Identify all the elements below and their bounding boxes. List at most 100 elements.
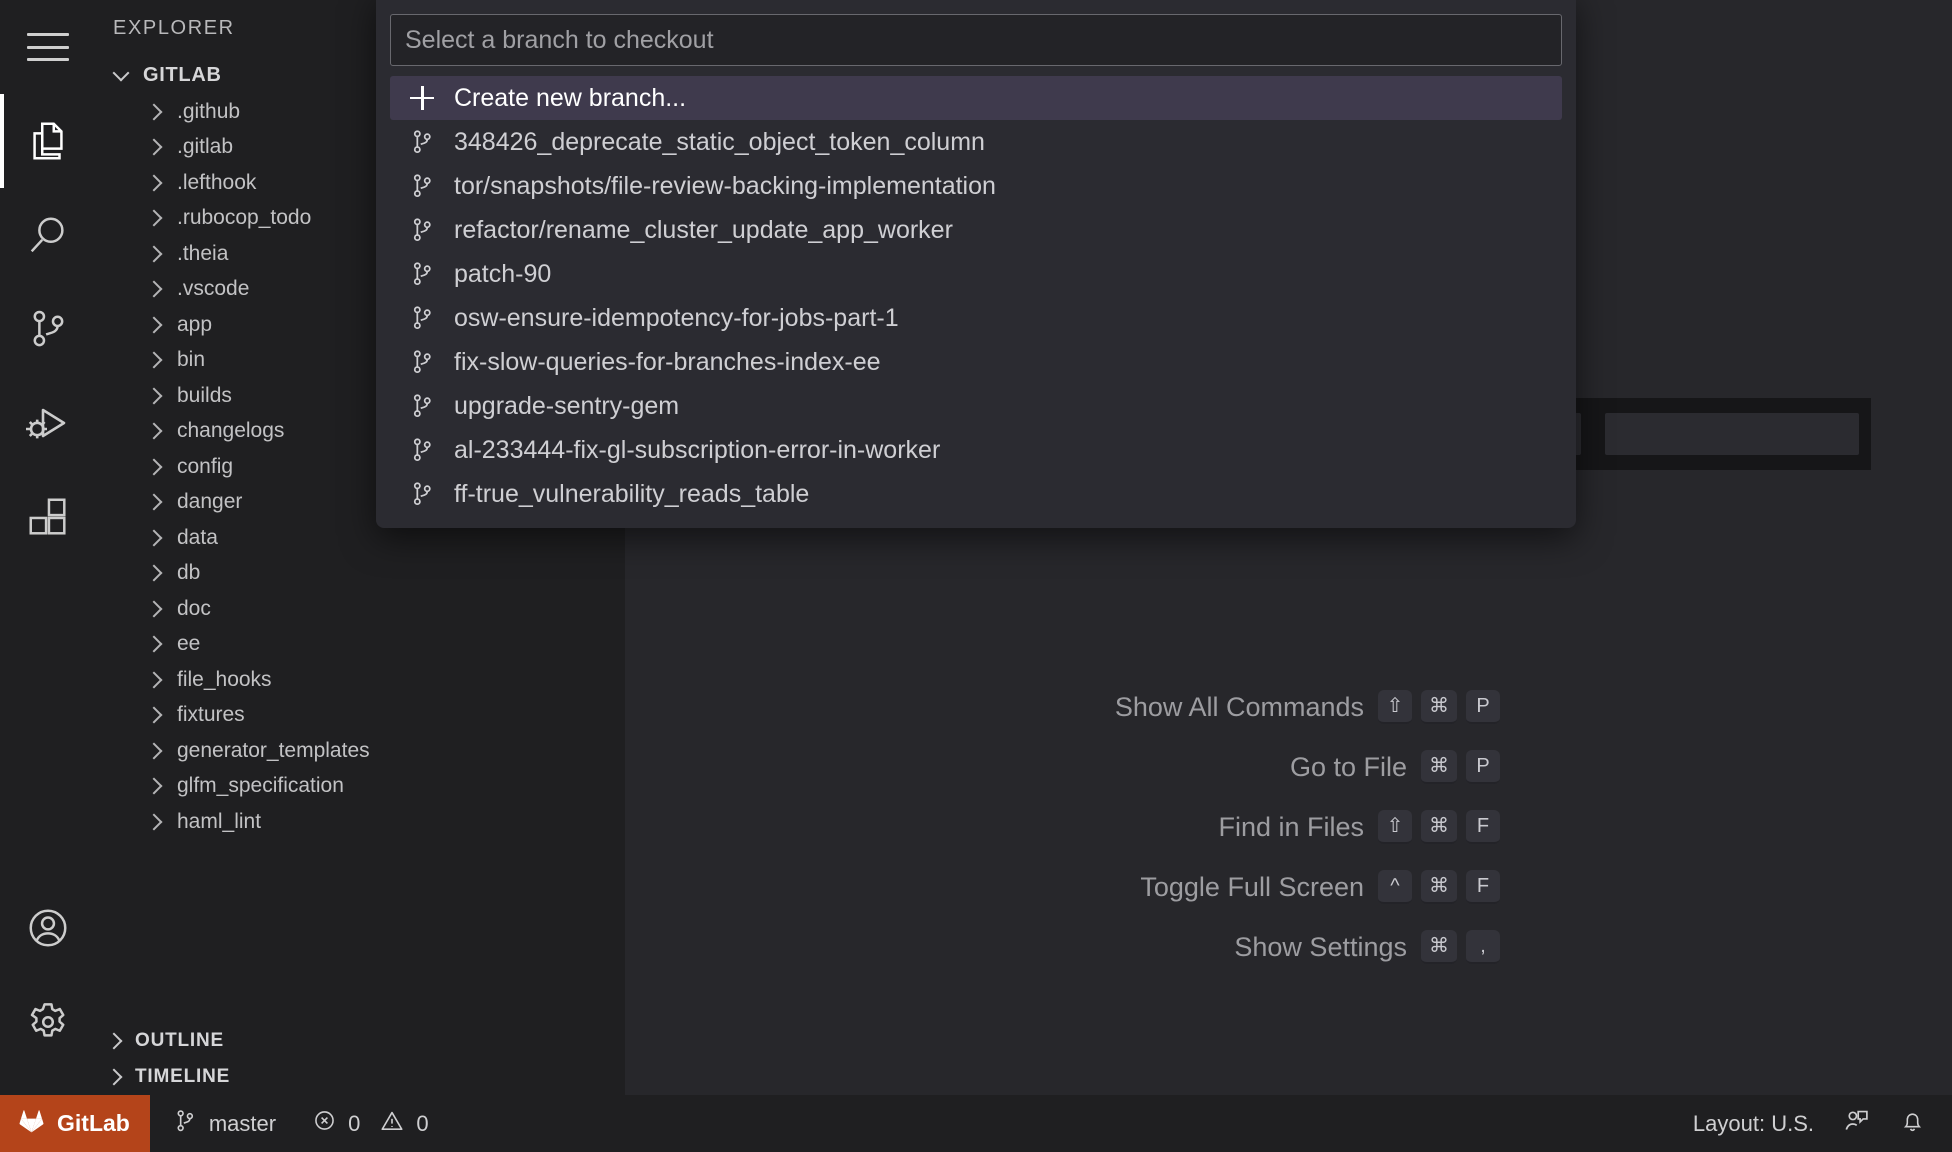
chevron-right-icon	[145, 813, 163, 831]
sidebar-section-label: OUTLINE	[135, 1030, 224, 1052]
branch-item-label: ff-true_vulnerability_reads_table	[454, 480, 809, 509]
activity-item-extensions[interactable]	[0, 470, 95, 564]
branch-item[interactable]: patch-90	[376, 252, 1576, 296]
tree-item-label: .lefthook	[177, 171, 256, 195]
tree-item[interactable]: db	[95, 556, 625, 592]
chevron-right-icon	[145, 351, 163, 369]
chevron-right-icon	[145, 742, 163, 760]
watermark-shortcut-row: Toggle Full Screen ^ ⌘ F	[1140, 870, 1500, 904]
status-gitlab-label: GitLab	[57, 1110, 130, 1137]
tree-item[interactable]: doc	[95, 591, 625, 627]
activity-item-run-debug[interactable]	[0, 376, 95, 470]
status-layout-label[interactable]: Layout: U.S.	[1693, 1111, 1814, 1137]
keycap: ⇧	[1378, 810, 1412, 844]
quickpick-input-wrap	[376, 0, 1576, 76]
tree-item-label: config	[177, 455, 233, 479]
tree-root-label: GITLAB	[143, 64, 222, 87]
tree-item[interactable]: ee	[95, 627, 625, 663]
chevron-right-icon	[145, 245, 163, 263]
chevron-right-icon	[145, 777, 163, 795]
watermark-shortcut-row: Show Settings ⌘,	[1234, 930, 1500, 964]
activity-item-search[interactable]	[0, 188, 95, 282]
branch-item[interactable]: al-233444-fix-gl-subscription-error-in-w…	[376, 428, 1576, 472]
sidebar-section-outline[interactable]: OUTLINE	[95, 1023, 625, 1059]
status-bar: GitLab master	[0, 1095, 1952, 1152]
branch-item-label: 348426_deprecate_static_object_token_col…	[454, 128, 985, 157]
status-bar-right: Layout: U.S.	[1693, 1095, 1952, 1152]
tree-item-label: .gitlab	[177, 135, 233, 159]
run-debug-icon	[24, 399, 72, 447]
editor-watermark: Show All Commands⇧⌘PGo to File⌘PFind in …	[1115, 690, 1500, 964]
status-branch-label: master	[209, 1111, 276, 1137]
status-branch[interactable]: master	[150, 1095, 294, 1152]
chevron-right-icon	[145, 564, 163, 582]
branch-item[interactable]: ff-true_vulnerability_reads_table	[376, 472, 1576, 516]
status-problems[interactable]: 0 0	[294, 1095, 447, 1152]
branch-icon	[408, 480, 436, 508]
status-bar-left: GitLab master	[0, 1095, 447, 1152]
branch-icon	[408, 172, 436, 200]
chevron-right-icon	[145, 316, 163, 334]
watermark-keys: ⌘P	[1421, 750, 1500, 784]
activity-item-accounts[interactable]	[0, 881, 95, 975]
menu-button[interactable]	[0, 0, 95, 94]
account-icon	[25, 905, 71, 951]
keycap: ,	[1466, 930, 1500, 964]
branch-item[interactable]: 348426_deprecate_static_object_token_col…	[376, 120, 1576, 164]
create-new-branch-item[interactable]: Create new branch...	[390, 76, 1562, 120]
watermark-shortcut-label[interactable]: Go to File	[1290, 752, 1407, 783]
tree-item-label: .theia	[177, 242, 228, 266]
branch-item[interactable]: tor/snapshots/file-review-backing-implem…	[376, 164, 1576, 208]
sidebar-section-timeline[interactable]: TIMELINE	[95, 1059, 625, 1095]
watermark-shortcut-label[interactable]: Show All Commands	[1115, 692, 1364, 723]
tree-item[interactable]: generator_templates	[95, 733, 625, 769]
activity-item-explorer[interactable]	[0, 94, 95, 188]
chevron-right-icon	[145, 635, 163, 653]
workbench-body: EXPLORER GITLAB .github.gitlab.lefthook.…	[0, 0, 1952, 1095]
chevron-right-icon	[105, 1068, 123, 1086]
branch-item[interactable]: fix-slow-queries-for-branches-index-ee	[376, 340, 1576, 384]
branch-icon	[408, 436, 436, 464]
bell-icon[interactable]	[1899, 1107, 1926, 1140]
chevron-right-icon	[145, 422, 163, 440]
branch-search-input[interactable]	[390, 14, 1562, 66]
chevron-right-icon	[145, 280, 163, 298]
watermark-shortcut-label[interactable]: Toggle Full Screen	[1140, 872, 1364, 903]
feedback-icon[interactable]	[1842, 1106, 1871, 1141]
chevron-right-icon	[145, 138, 163, 156]
hamburger-icon	[27, 33, 69, 61]
tree-item-label: changelogs	[177, 419, 284, 443]
tree-item-label: db	[177, 561, 200, 585]
activity-item-manage[interactable]	[0, 975, 95, 1069]
activity-bar	[0, 0, 95, 1095]
tree-item-label: haml_lint	[177, 810, 261, 834]
watermark-shortcut-row: Show All Commands⇧⌘P	[1115, 690, 1500, 724]
keycap: F	[1466, 870, 1500, 904]
status-gitlab-badge[interactable]: GitLab	[0, 1095, 150, 1152]
branch-item[interactable]: refactor/rename_cluster_update_app_worke…	[376, 208, 1576, 252]
chevron-right-icon	[145, 671, 163, 689]
chevron-right-icon	[145, 387, 163, 405]
sidebar-sections: OUTLINE TIMELINE	[95, 1023, 625, 1095]
tree-item[interactable]: haml_lint	[95, 804, 625, 840]
branch-icon	[408, 216, 436, 244]
keycap: ⇧	[1378, 690, 1412, 724]
watermark-shortcut-label[interactable]: Show Settings	[1234, 932, 1407, 963]
gitlab-logo-icon	[18, 1108, 45, 1140]
tree-item[interactable]: fixtures	[95, 698, 625, 734]
extensions-icon	[25, 494, 71, 540]
watermark-shortcut-label[interactable]: Find in Files	[1218, 812, 1364, 843]
branch-quickpick[interactable]: Create new branch... 348426_deprecate_st…	[376, 0, 1576, 528]
tree-item-label: fixtures	[177, 703, 245, 727]
tree-item-label: .github	[177, 100, 240, 124]
tree-item[interactable]: file_hooks	[95, 662, 625, 698]
tree-item-label: generator_templates	[177, 739, 370, 763]
keycap: ^	[1378, 870, 1412, 904]
branch-item[interactable]: upgrade-sentry-gem	[376, 384, 1576, 428]
tree-item[interactable]: glfm_specification	[95, 769, 625, 805]
branch-item[interactable]: osw-ensure-idempotency-for-jobs-part-1	[376, 296, 1576, 340]
branch-item-label: patch-90	[454, 260, 551, 289]
activity-item-source-control[interactable]	[0, 282, 95, 376]
keycap: ⌘	[1421, 930, 1457, 964]
keycap: ⌘	[1421, 870, 1457, 904]
